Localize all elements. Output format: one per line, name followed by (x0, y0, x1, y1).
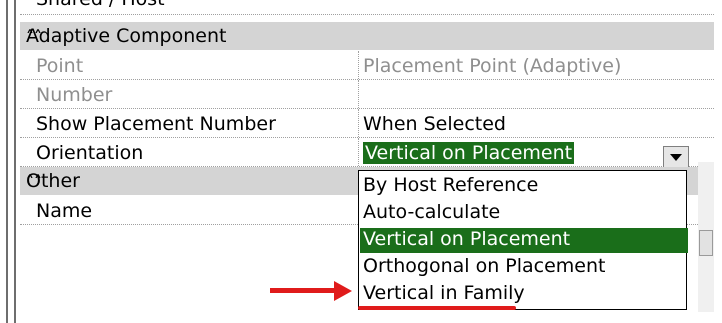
row-show-placement-number[interactable]: Show Placement Number When Selected (20, 109, 714, 138)
row-orientation[interactable]: Orientation Vertical on Placement (20, 138, 714, 167)
dropdown-option[interactable]: Vertical in Family (360, 282, 688, 307)
annotation-arrow-icon (334, 281, 352, 301)
column-divider (358, 138, 359, 166)
panel-left-border (0, 0, 16, 323)
dropdown-option[interactable]: By Host Reference (360, 174, 688, 199)
dropdown-option[interactable]: Auto-calculate (360, 201, 688, 226)
row-value: Placement Point (Adaptive) (363, 55, 622, 77)
annotation-arrow-shaft (270, 288, 336, 293)
orientation-select-value[interactable]: Vertical on Placement (363, 142, 575, 164)
column-divider (358, 109, 359, 137)
row-key: Number (36, 84, 113, 106)
panel-left-border-inner (6, 0, 8, 323)
double-chevron-up-icon[interactable]: ˄˄ (26, 27, 702, 46)
orientation-dropdown-list[interactable]: By Host Reference Auto-calculate Vertica… (358, 170, 688, 310)
scrollbar-thumb[interactable] (699, 230, 713, 256)
column-divider (358, 80, 359, 108)
dropdown-option-highlighted[interactable]: Vertical on Placement (360, 228, 688, 253)
row-point[interactable]: Point Placement Point (Adaptive) (20, 51, 714, 80)
row-key: Orientation (36, 142, 144, 164)
truncated-row: Shared / Host (20, 0, 714, 15)
column-divider (358, 51, 359, 79)
row-number[interactable]: Number (20, 80, 714, 109)
row-key: Show Placement Number (36, 113, 276, 135)
row-value[interactable]: When Selected (363, 113, 506, 135)
category-adaptive-component[interactable]: Adaptive Component ˄˄ (20, 22, 714, 50)
annotation-underline (358, 306, 516, 310)
truncated-row-label: Shared / Host (36, 0, 165, 10)
row-key: Name (36, 200, 93, 222)
triangle-down-icon[interactable] (663, 146, 689, 168)
dropdown-option[interactable]: Orthogonal on Placement (360, 255, 688, 280)
row-key: Point (36, 55, 84, 77)
